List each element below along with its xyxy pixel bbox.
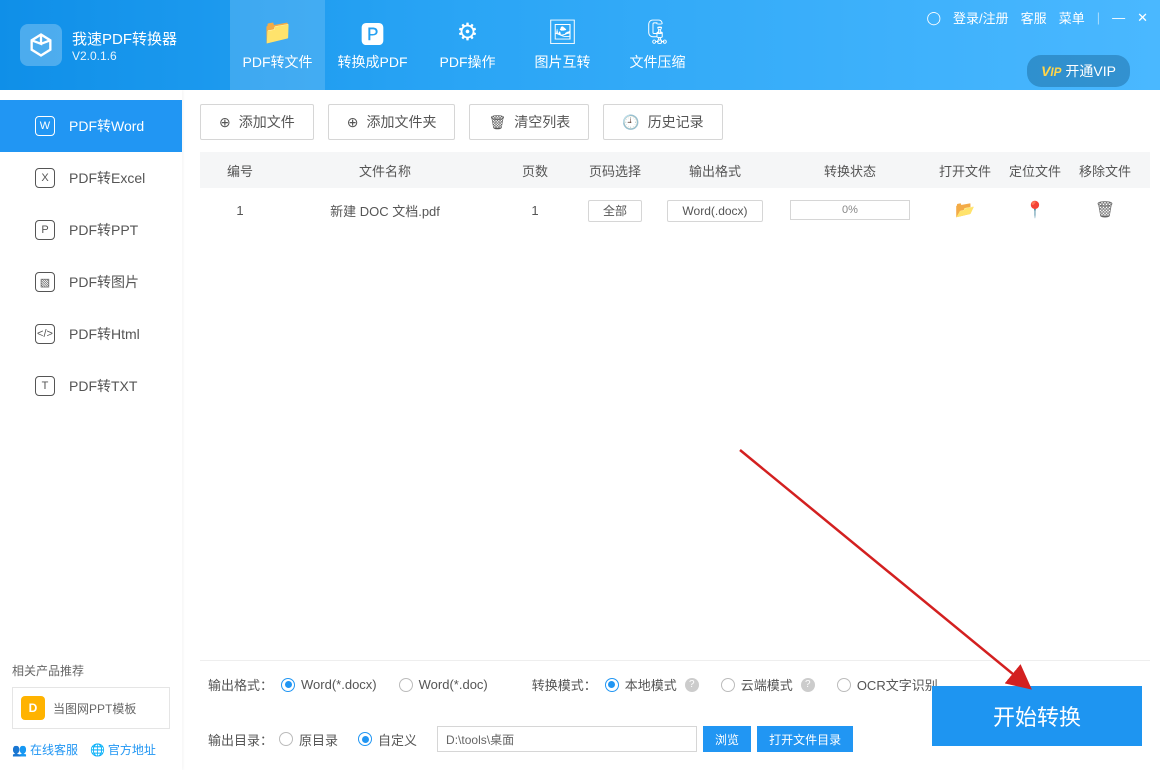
dir-custom-radio[interactable]: 自定义: [358, 730, 417, 749]
mode-cloud-radio[interactable]: 云端模式?: [721, 675, 815, 694]
excel-icon: X: [35, 168, 55, 188]
minimize-button[interactable]: —: [1112, 10, 1125, 25]
promo-icon: D: [21, 696, 45, 720]
tab-pdf-to-file[interactable]: 📁PDF转文件: [230, 0, 325, 90]
add-file-button[interactable]: ⊕添加文件: [200, 104, 314, 140]
folder-plus-icon: ⊕: [347, 114, 359, 131]
tab-to-pdf[interactable]: 🅿转换成PDF: [325, 0, 420, 90]
row-number: 1: [210, 203, 270, 218]
main-panel: ⊕添加文件 ⊕添加文件夹 🗑清空列表 🕘历史记录 编号 文件名称 页数 页码选择…: [182, 90, 1160, 770]
page-select-button[interactable]: 全部: [588, 200, 642, 222]
pdf-icon: 🅿: [361, 18, 385, 46]
app-version: V2.0.1.6: [72, 49, 177, 63]
promo-item[interactable]: D 当图网PPT模板: [12, 687, 170, 729]
official-site-link[interactable]: 🌐 官方地址: [90, 741, 156, 758]
sidebar-item-image[interactable]: ▧PDF转图片: [0, 256, 182, 308]
progress-bar: 0%: [790, 200, 910, 220]
online-service-link[interactable]: 👥 在线客服: [12, 741, 78, 758]
mode-ocr-radio[interactable]: OCR文字识别: [837, 675, 938, 694]
trash-icon: 🗑: [488, 114, 506, 131]
dir-original-radio[interactable]: 原目录: [279, 730, 338, 749]
output-path-input[interactable]: [437, 726, 697, 752]
help-icon[interactable]: ?: [801, 678, 815, 692]
format-doc-radio[interactable]: Word(*.doc): [399, 677, 488, 692]
row-pages: 1: [500, 203, 570, 218]
toolbar: ⊕添加文件 ⊕添加文件夹 🗑清空列表 🕘历史记录: [200, 104, 1150, 140]
tab-image[interactable]: 🖼图片互转: [515, 0, 610, 90]
app-name: 我速PDF转换器: [72, 28, 177, 49]
zip-icon: 🗜: [642, 18, 672, 46]
sidebar-item-txt[interactable]: TPDF转TXT: [0, 360, 182, 412]
logo-area: 我速PDF转换器 V2.0.1.6: [0, 24, 230, 66]
image-icon: 🖼: [547, 18, 577, 46]
open-file-icon[interactable]: 📂: [955, 202, 975, 219]
help-icon[interactable]: ?: [685, 678, 699, 692]
start-convert-button[interactable]: 开始转换: [932, 686, 1142, 746]
format-docx-radio[interactable]: Word(*.docx): [281, 677, 377, 692]
ppt-icon: P: [35, 220, 55, 240]
main-tabs: 📁PDF转文件 🅿转换成PDF ⚙PDF操作 🖼图片互转 🗜文件压缩: [230, 0, 705, 90]
related-title: 相关产品推荐: [12, 662, 170, 679]
sidebar: WPDF转Word XPDF转Excel PPDF转PPT ▧PDF转图片 </…: [0, 90, 182, 770]
mode-local-radio[interactable]: 本地模式?: [605, 675, 699, 694]
locate-file-icon[interactable]: 📍: [1025, 202, 1045, 219]
sidebar-item-excel[interactable]: XPDF转Excel: [0, 152, 182, 204]
sidebar-item-word[interactable]: WPDF转Word: [0, 100, 182, 152]
html-icon: </>: [35, 324, 55, 344]
txt-icon: T: [35, 376, 55, 396]
tab-pdf-ops[interactable]: ⚙PDF操作: [420, 0, 515, 90]
word-icon: W: [35, 116, 55, 136]
header: 我速PDF转换器 V2.0.1.6 📁PDF转文件 🅿转换成PDF ⚙PDF操作…: [0, 0, 1160, 90]
login-link[interactable]: 登录/注册: [953, 8, 1009, 27]
add-folder-button[interactable]: ⊕添加文件夹: [328, 104, 456, 140]
format-select-button[interactable]: Word(.docx): [667, 200, 762, 222]
menu-link[interactable]: 菜单: [1059, 8, 1085, 27]
folder-icon: 📁: [263, 18, 293, 46]
image-icon: ▧: [35, 272, 55, 292]
header-right: ◯ 登录/注册 客服 菜单 | — ✕: [926, 8, 1148, 27]
table-row: 1 新建 DOC 文档.pdf 1 全部 Word(.docx) 0% 📂 📍 …: [200, 188, 1150, 232]
table-header: 编号 文件名称 页数 页码选择 输出格式 转换状态 打开文件 定位文件 移除文件: [200, 152, 1150, 188]
close-button[interactable]: ✕: [1137, 10, 1148, 26]
gear-icon: ⚙: [457, 18, 479, 46]
sidebar-item-ppt[interactable]: PPDF转PPT: [0, 204, 182, 256]
user-icon: ◯: [926, 10, 941, 26]
row-filename: 新建 DOC 文档.pdf: [270, 201, 500, 220]
clear-list-button[interactable]: 🗑清空列表: [469, 104, 589, 140]
plus-icon: ⊕: [219, 114, 231, 131]
history-button[interactable]: 🕘历史记录: [603, 104, 722, 140]
tab-compress[interactable]: 🗜文件压缩: [610, 0, 705, 90]
vip-button[interactable]: VIP开通VIP: [1027, 55, 1130, 87]
browse-button[interactable]: 浏览: [703, 726, 751, 752]
app-logo-icon: [20, 24, 62, 66]
open-dir-button[interactable]: 打开文件目录: [757, 726, 853, 752]
clock-icon: 🕘: [622, 114, 639, 131]
sidebar-item-html[interactable]: </>PDF转Html: [0, 308, 182, 360]
remove-file-icon[interactable]: 🗑: [1095, 202, 1115, 219]
support-link[interactable]: 客服: [1021, 8, 1047, 27]
